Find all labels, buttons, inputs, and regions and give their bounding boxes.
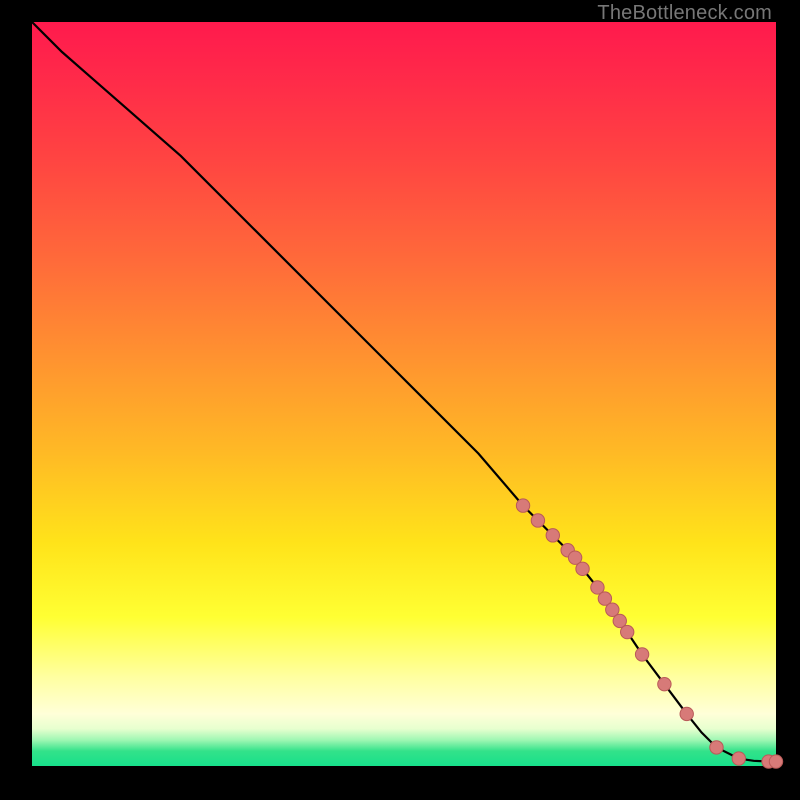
data-marker xyxy=(658,677,671,690)
data-marker xyxy=(635,648,648,661)
curve-line xyxy=(32,22,776,762)
plot-area xyxy=(32,22,776,766)
data-marker xyxy=(516,499,529,512)
data-marker xyxy=(710,741,723,754)
curve-svg xyxy=(32,22,776,766)
curve-markers xyxy=(516,499,782,768)
data-marker xyxy=(546,529,559,542)
data-marker xyxy=(769,755,782,768)
data-marker xyxy=(680,707,693,720)
data-marker xyxy=(531,514,544,527)
data-marker xyxy=(621,625,634,638)
chart-frame: TheBottleneck.com xyxy=(0,0,800,800)
data-marker xyxy=(732,752,745,765)
data-marker xyxy=(576,562,589,575)
